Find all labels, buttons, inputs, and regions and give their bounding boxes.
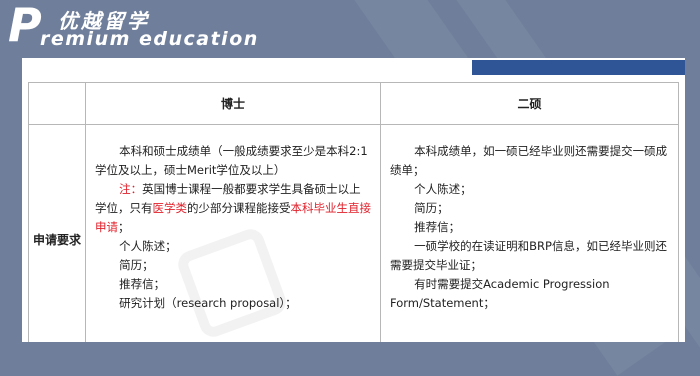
master2-enrollment: 一硕学校的在读证明和BRP信息，如已经毕业则还需要提交毕业证； [390,239,667,272]
master2-requirements-cell: 本科成绩单，如一硕已经毕业则还需要提交一硕成绩单； 个人陈述； 简历； 推荐信；… [380,124,679,342]
card-top-bar [22,58,472,73]
master2-transcript: 本科成绩单，如一硕已经毕业则还需要提交一硕成绩单； [390,144,668,177]
header-empty-cell [28,82,86,125]
header-phd: 博士 [85,82,381,125]
card-accent-bar [472,60,685,75]
master2-progression: 有时需要提交Academic Progression Form/Statemen… [390,277,610,310]
phd-reference: 推荐信； [119,277,166,291]
content-card: 博士 二硕 申请要求 本科和硕士成绩单（一般成绩要求至少是本科2:1学位及以上，… [22,58,685,342]
logo-english-name: remium education [40,28,259,50]
note-prefix: 注： [119,182,143,196]
note-medical: 医学类 [152,201,188,215]
logo-letter: P [8,0,42,52]
phd-requirements-cell: 本科和硕士成绩单（一般成绩要求至少是本科2:1学位及以上，硕士Merit学位及以… [85,124,381,342]
phd-note: 注：英国博士课程一般都要求学生具备硕士以上学位，只有医学类的少部分课程能接受本科… [95,180,371,237]
phd-proposal: 研究计划（research proposal）； [119,296,297,310]
row-label-requirements: 申请要求 [28,124,86,342]
master2-statement: 个人陈述； [414,182,472,196]
note-text-3: ； [118,220,130,234]
phd-transcript: 本科和硕士成绩单（一般成绩要求至少是本科2:1学位及以上，硕士Merit学位及以… [95,144,368,177]
table-header-row: 博士 二硕 [28,82,679,125]
table-row: 申请要求 本科和硕士成绩单（一般成绩要求至少是本科2:1学位及以上，硕士Meri… [28,124,679,342]
note-text-2: 的少部分课程能接受 [187,201,291,215]
requirements-table: 博士 二硕 申请要求 本科和硕士成绩单（一般成绩要求至少是本科2:1学位及以上，… [28,82,679,342]
phd-cv: 简历； [119,258,154,272]
master2-reference: 推荐信； [414,220,461,234]
header-second-master: 二硕 [380,82,679,125]
master2-cv: 简历； [414,201,449,215]
phd-statement: 个人陈述； [119,239,177,253]
header: P 优越留学 remium education [0,0,700,58]
